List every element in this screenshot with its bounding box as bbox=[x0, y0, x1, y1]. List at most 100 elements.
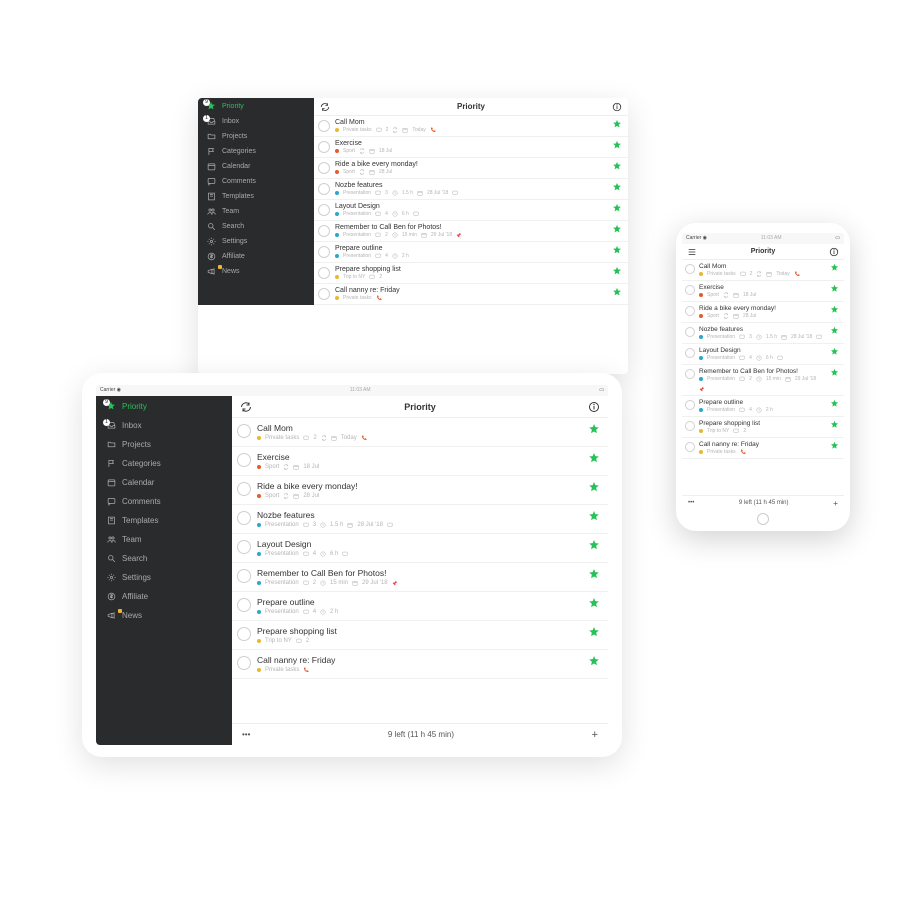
task-row[interactable]: ExerciseSport18 Jul bbox=[314, 137, 628, 158]
sidebar-item-comments[interactable]: Comments bbox=[96, 492, 232, 511]
priority-star-icon[interactable] bbox=[588, 539, 600, 551]
sidebar-item-settings[interactable]: Settings bbox=[96, 568, 232, 587]
priority-star-icon[interactable] bbox=[612, 245, 622, 255]
task-checkbox[interactable] bbox=[237, 482, 251, 496]
priority-star-icon[interactable] bbox=[612, 119, 622, 129]
sidebar-item-inbox[interactable]: 1Inbox bbox=[96, 416, 232, 435]
more-icon[interactable]: ••• bbox=[242, 730, 250, 739]
sidebar-item-categories[interactable]: Categories bbox=[96, 454, 232, 473]
priority-star-icon[interactable] bbox=[588, 626, 600, 638]
add-task-button[interactable]: + bbox=[591, 729, 598, 741]
sidebar-item-news[interactable]: News bbox=[198, 264, 314, 279]
task-checkbox[interactable] bbox=[318, 246, 330, 258]
priority-star-icon[interactable] bbox=[588, 423, 600, 435]
sidebar-item-projects[interactable]: Projects bbox=[96, 435, 232, 454]
menu-icon[interactable] bbox=[687, 247, 697, 257]
task-row[interactable]: Prepare shopping listTrip to NY2 bbox=[232, 621, 608, 650]
task-row[interactable]: Call MomPrivate tasks2Today bbox=[232, 418, 608, 447]
priority-star-icon[interactable] bbox=[588, 510, 600, 522]
add-task-button[interactable]: + bbox=[833, 498, 838, 508]
task-row[interactable]: Call nanny re: FridayPrivate tasks bbox=[314, 284, 628, 305]
sidebar-item-search[interactable]: Search bbox=[198, 219, 314, 234]
priority-star-icon[interactable] bbox=[830, 441, 839, 450]
home-button[interactable] bbox=[757, 513, 769, 525]
sidebar-item-team[interactable]: Team bbox=[198, 204, 314, 219]
sidebar-item-calendar[interactable]: Calendar bbox=[198, 159, 314, 174]
task-checkbox[interactable] bbox=[237, 424, 251, 438]
priority-star-icon[interactable] bbox=[588, 597, 600, 609]
task-checkbox[interactable] bbox=[318, 141, 330, 153]
task-checkbox[interactable] bbox=[685, 306, 695, 316]
priority-star-icon[interactable] bbox=[830, 347, 839, 356]
task-row[interactable]: Prepare shopping listTrip to NY2 bbox=[682, 417, 844, 438]
task-checkbox[interactable] bbox=[318, 267, 330, 279]
task-row[interactable]: Layout DesignPresentation46 h bbox=[232, 534, 608, 563]
task-row[interactable]: Layout DesignPresentation46 h bbox=[682, 344, 844, 365]
sidebar-item-templates[interactable]: Templates bbox=[96, 511, 232, 530]
task-checkbox[interactable] bbox=[237, 540, 251, 554]
task-checkbox[interactable] bbox=[685, 327, 695, 337]
task-row[interactable]: Prepare shopping listTrip to NY2 bbox=[314, 263, 628, 284]
sidebar-item-calendar[interactable]: Calendar bbox=[96, 473, 232, 492]
task-row[interactable]: Remember to Call Ben for Photos!Presenta… bbox=[232, 563, 608, 592]
task-checkbox[interactable] bbox=[685, 264, 695, 274]
priority-star-icon[interactable] bbox=[588, 452, 600, 464]
info-icon[interactable] bbox=[829, 247, 839, 257]
sidebar-item-settings[interactable]: Settings bbox=[198, 234, 314, 249]
priority-star-icon[interactable] bbox=[612, 161, 622, 171]
task-row[interactable]: Call MomPrivate tasks2Today bbox=[682, 260, 844, 281]
sidebar-item-affiliate[interactable]: Affiliate bbox=[198, 249, 314, 264]
task-checkbox[interactable] bbox=[685, 348, 695, 358]
task-row[interactable]: Call nanny re: FridayPrivate tasks bbox=[682, 438, 844, 459]
task-checkbox[interactable] bbox=[237, 598, 251, 612]
task-checkbox[interactable] bbox=[318, 120, 330, 132]
task-checkbox[interactable] bbox=[685, 421, 695, 431]
priority-star-icon[interactable] bbox=[588, 655, 600, 667]
task-row[interactable]: Call nanny re: FridayPrivate tasks bbox=[232, 650, 608, 679]
priority-star-icon[interactable] bbox=[612, 203, 622, 213]
task-row[interactable]: Remember to Call Ben for Photos!Presenta… bbox=[314, 221, 628, 242]
priority-star-icon[interactable] bbox=[612, 287, 622, 297]
priority-star-icon[interactable] bbox=[588, 568, 600, 580]
sidebar-item-comments[interactable]: Comments bbox=[198, 174, 314, 189]
task-row[interactable]: Prepare outlinePresentation42 h bbox=[682, 396, 844, 417]
task-checkbox[interactable] bbox=[237, 569, 251, 583]
refresh-icon[interactable] bbox=[320, 102, 330, 112]
info-icon[interactable] bbox=[588, 401, 600, 413]
priority-star-icon[interactable] bbox=[830, 263, 839, 272]
sidebar-item-categories[interactable]: Categories bbox=[198, 144, 314, 159]
task-checkbox[interactable] bbox=[685, 442, 695, 452]
task-checkbox[interactable] bbox=[318, 204, 330, 216]
priority-star-icon[interactable] bbox=[830, 420, 839, 429]
priority-star-icon[interactable] bbox=[830, 368, 839, 377]
task-checkbox[interactable] bbox=[685, 285, 695, 295]
sidebar-item-team[interactable]: Team bbox=[96, 530, 232, 549]
task-row[interactable]: Remember to Call Ben for Photos!Presenta… bbox=[682, 365, 844, 396]
priority-star-icon[interactable] bbox=[612, 140, 622, 150]
task-row[interactable]: Ride a bike every monday!Sport28 Jul bbox=[314, 158, 628, 179]
task-row[interactable]: Layout DesignPresentation46 h bbox=[314, 200, 628, 221]
sidebar-item-templates[interactable]: Templates bbox=[198, 189, 314, 204]
task-row[interactable]: Call MomPrivate tasks2Today bbox=[314, 116, 628, 137]
priority-star-icon[interactable] bbox=[830, 284, 839, 293]
task-row[interactable]: ExerciseSport18 Jul bbox=[232, 447, 608, 476]
sidebar-item-news[interactable]: News bbox=[96, 606, 232, 625]
info-icon[interactable] bbox=[612, 102, 622, 112]
task-checkbox[interactable] bbox=[318, 288, 330, 300]
task-checkbox[interactable] bbox=[237, 453, 251, 467]
refresh-icon[interactable] bbox=[240, 401, 252, 413]
sidebar-item-inbox[interactable]: 1Inbox bbox=[198, 114, 314, 129]
task-checkbox[interactable] bbox=[237, 627, 251, 641]
task-row[interactable]: Prepare outlinePresentation42 h bbox=[232, 592, 608, 621]
task-checkbox[interactable] bbox=[318, 225, 330, 237]
task-row[interactable]: Prepare outlinePresentation42 h bbox=[314, 242, 628, 263]
priority-star-icon[interactable] bbox=[612, 182, 622, 192]
sidebar-item-priority[interactable]: 9Priority bbox=[198, 98, 314, 114]
priority-star-icon[interactable] bbox=[612, 266, 622, 276]
more-icon[interactable]: ••• bbox=[688, 500, 694, 506]
task-checkbox[interactable] bbox=[685, 400, 695, 410]
sidebar-item-search[interactable]: Search bbox=[96, 549, 232, 568]
task-row[interactable]: Nozbe featuresPresentation31.5 h28 Jul '… bbox=[232, 505, 608, 534]
task-row[interactable]: Nozbe featuresPresentation31.5 h28 Jul '… bbox=[682, 323, 844, 344]
task-row[interactable]: Nozbe featuresPresentation31.5 h28 Jul '… bbox=[314, 179, 628, 200]
